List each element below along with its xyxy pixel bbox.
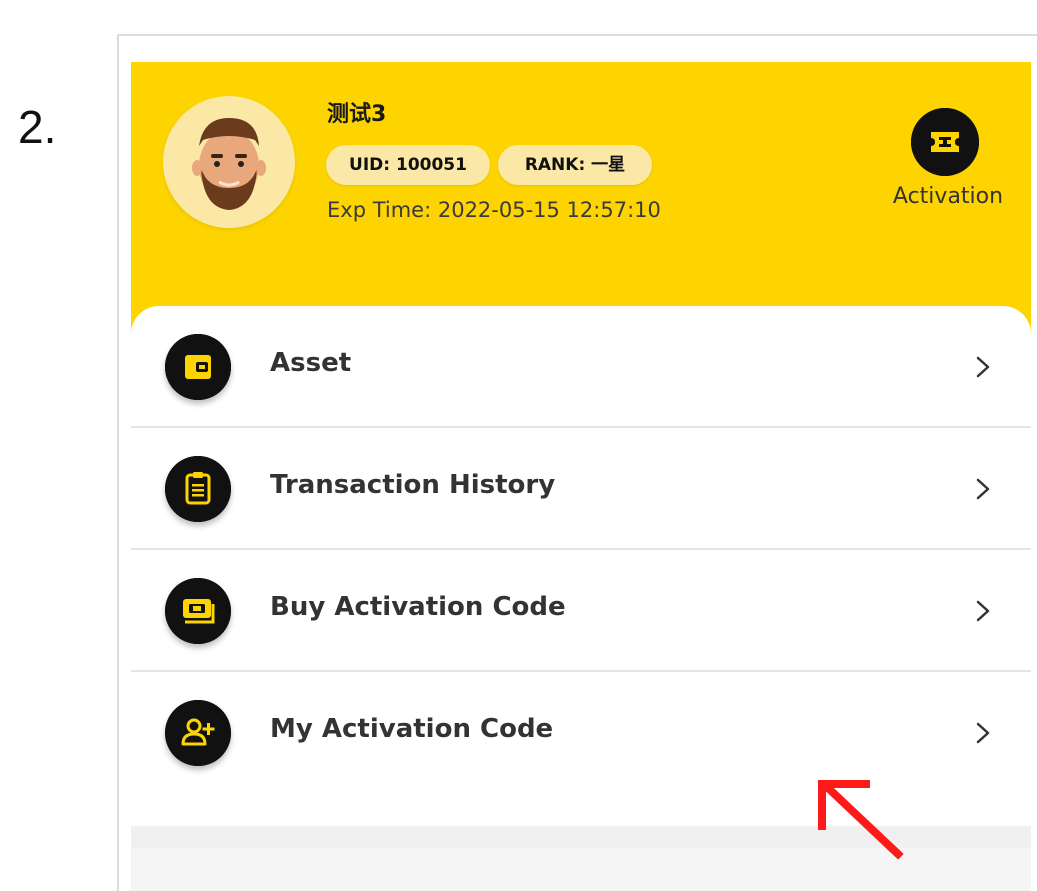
activation-label: Activation [892,184,1004,209]
chevron-right-icon [973,474,993,504]
activation-button[interactable]: Activation [883,108,1013,218]
menu-label-transaction-history: Transaction History [270,470,556,500]
app-screen: 测试3 UID: 100051 RANK: 一星 Exp Time: 2022-… [131,62,1031,891]
menu-item-buy-activation-code[interactable]: Buy Activation Code [131,550,1031,672]
menu-item-asset[interactable]: Asset [131,306,1031,428]
bearded-man-avatar-icon [165,98,293,226]
cash-icon [165,578,231,644]
red-arrow-annotation-icon [812,774,908,864]
profile-header: 测试3 UID: 100051 RANK: 一星 Exp Time: 2022-… [131,62,1031,342]
exp-time: Exp Time: 2022-05-15 12:57:10 [327,198,661,222]
chevron-right-icon [973,352,993,382]
uid-badge: UID: 100051 [326,145,490,185]
menu-card: Asset Transaction History Buy Activation… [131,306,1031,826]
menu-label-buy-activation-code: Buy Activation Code [270,592,566,622]
chevron-right-icon [973,718,993,748]
menu-label-asset: Asset [270,348,352,378]
wallet-icon [165,334,231,400]
user-plus-icon [165,700,231,766]
avatar[interactable] [163,96,295,228]
chevron-right-icon [973,596,993,626]
rank-badge: RANK: 一星 [498,145,652,185]
username: 测试3 [327,102,387,127]
menu-label-my-activation-code: My Activation Code [270,714,554,744]
step-number: 2. [18,101,57,153]
clipboard-icon [165,456,231,522]
menu-item-transaction-history[interactable]: Transaction History [131,428,1031,550]
ticket-icon [911,108,979,176]
